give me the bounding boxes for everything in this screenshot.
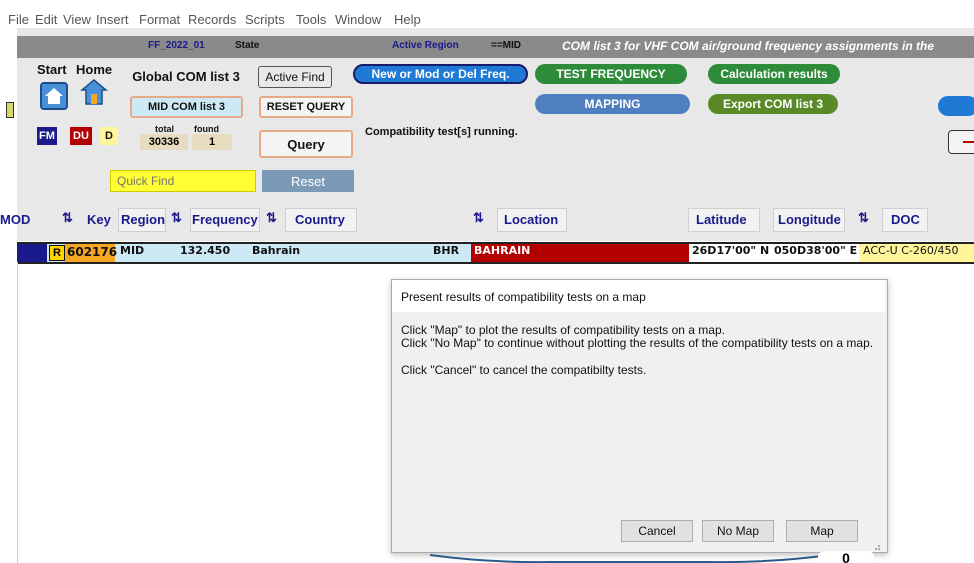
extra-button[interactable] [948,130,974,154]
found-count: 1 [192,134,232,150]
active-region-value: ==MID [491,40,522,51]
home-label: Home [76,62,113,77]
menu-edit[interactable]: Edit [35,12,57,27]
map-button[interactable]: Map [786,520,858,542]
menu-help[interactable]: Help [394,12,421,27]
dialog-line-2: Click "No Map" to continue without plott… [401,336,874,350]
total-label: total [155,124,174,134]
row-location: BAHRAIN [474,244,531,257]
row-country: Bahrain [252,244,301,257]
global-com-button[interactable]: Global COM list 3 [125,64,247,88]
found-label: found [194,124,219,134]
menu-bar: File Edit View Insert Format Records Scr… [0,0,974,28]
du-tag[interactable]: DU [70,127,92,145]
row-region: MID [120,244,145,257]
dialog-line-1: Click "Map" to plot the results of compa… [401,323,725,337]
row-country-code: BHR [433,244,460,257]
menu-format[interactable]: Format [139,12,180,27]
col-key[interactable]: Key [87,212,111,227]
cancel-button[interactable]: Cancel [621,520,693,542]
total-count: 30336 [140,134,188,150]
export-button[interactable]: Export COM list 3 [708,94,838,114]
reset-button[interactable]: Reset [262,170,354,192]
col-region[interactable]: Region [121,212,165,227]
quick-find-input[interactable] [110,170,256,192]
menu-insert[interactable]: Insert [96,12,129,27]
sort-region-icon[interactable]: ⇅ [171,210,182,226]
extra-blue-button[interactable] [938,96,974,116]
dialog [391,279,888,553]
col-country[interactable]: Country [295,212,345,227]
dialog-line-3: Click "Cancel" to cancel the compatibilt… [401,363,647,377]
menu-tools[interactable]: Tools [296,12,326,27]
state-label: State [235,40,260,51]
row-mod[interactable]: R [49,245,65,261]
fm-tag[interactable]: FM [37,127,57,145]
col-frequency[interactable]: Frequency [192,212,258,227]
col-doc[interactable]: DOC [891,212,920,227]
col-longitude[interactable]: Longitude [778,212,841,227]
status-text: Compatibility test[s] running. [365,126,518,138]
sort-doc-icon[interactable]: ⇅ [858,210,869,226]
start-label: Start [37,62,67,77]
resize-grip-icon[interactable] [871,538,881,550]
col-mod[interactable]: MOD [0,212,30,227]
mapping-button[interactable]: MAPPING [535,94,690,114]
menu-file[interactable]: File [8,12,29,27]
row-longitude: 050D38'00" E [774,244,858,257]
col-latitude[interactable]: Latitude [696,212,747,227]
dialog-title: Present results of compatibility tests o… [401,290,646,304]
d-tag[interactable]: D [100,127,118,145]
menu-view[interactable]: View [63,12,91,27]
query-button[interactable]: Query [259,130,353,158]
page-title: COM list 3 for VHF COM air/ground freque… [562,39,935,53]
content-border [17,262,18,563]
menu-records[interactable]: Records [188,12,236,27]
test-frequency-button[interactable]: TEST FREQUENCY [535,64,687,84]
active-find-button[interactable]: Active Find [258,66,332,88]
sort-mod-icon[interactable]: ⇅ [62,210,73,226]
row-mod-cell [17,244,47,262]
home-icon[interactable] [79,78,109,106]
col-location[interactable]: Location [504,212,558,227]
row-key[interactable]: 602176 [67,245,117,259]
file-name: FF_2022_01 [148,40,205,51]
mid-com-button[interactable]: MID COM list 3 [130,96,243,118]
row-latitude: 26D17'00" N [692,244,770,257]
sort-location-icon[interactable]: ⇅ [473,210,484,226]
new-mod-del-button[interactable]: New or Mod or Del Freq. [353,64,528,84]
start-icon[interactable] [40,82,68,110]
reset-query-button[interactable]: RESET QUERY [259,96,353,118]
row-frequency: 132.450 [180,244,231,257]
calculation-results-button[interactable]: Calculation results [708,64,840,84]
layout-marker-icon [6,102,14,118]
row-doc: ACC-U C-260/450 [863,244,959,257]
menu-scripts[interactable]: Scripts [245,12,285,27]
active-region-label: Active Region [392,40,459,51]
bottom-wave-icon [430,554,830,563]
bottom-digit: 0 [818,551,874,563]
no-map-button[interactable]: No Map [702,520,774,542]
sort-frequency-icon[interactable]: ⇅ [266,210,277,226]
menu-window[interactable]: Window [335,12,381,27]
